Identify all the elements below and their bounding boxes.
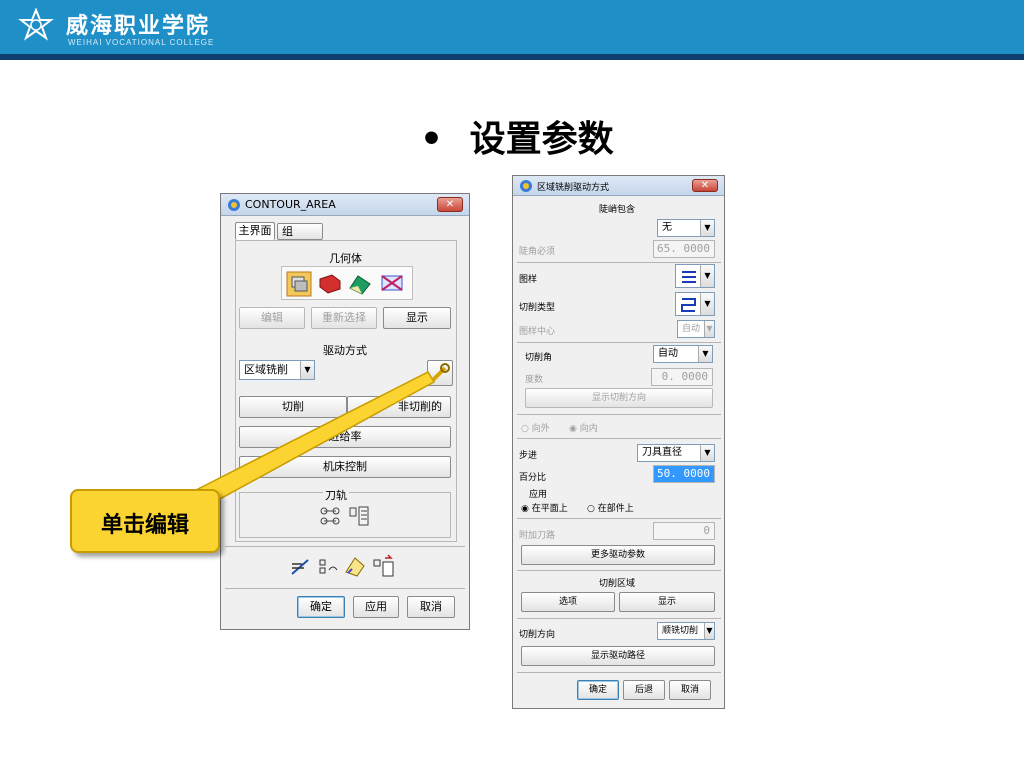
ok-button[interactable]: 确定 — [577, 680, 619, 700]
degree-label: 度数 — [525, 375, 544, 385]
stepover-label: 步进 — [519, 451, 538, 461]
steep-angle-field[interactable]: 65. 0000 — [653, 240, 715, 258]
steep-containment-value: 无 — [662, 222, 672, 233]
options-button[interactable]: 选项 — [521, 592, 615, 612]
percent-label: 百分比 — [519, 473, 547, 483]
nx-app-icon — [520, 180, 532, 192]
percent-field[interactable]: 50. 0000 — [653, 465, 715, 483]
cut-direction-value: 顺铣切削 — [662, 626, 699, 636]
back-button[interactable]: 后退 — [623, 680, 665, 700]
cut-type-label: 切削类型 — [519, 303, 556, 313]
on-plane-label: 在平面上 — [531, 504, 568, 514]
steep-containment-select[interactable]: 无 ▼ — [657, 219, 715, 237]
divider — [517, 438, 721, 439]
stepover-value: 刀具直径 — [642, 447, 682, 458]
show-cut-direction-button[interactable]: 显示切削方向 — [525, 388, 713, 408]
inward-label: 向内 — [579, 424, 598, 434]
cut-type-select[interactable]: ▼ — [675, 292, 715, 316]
apply-label: 应用 — [529, 490, 548, 500]
callout-box: 单击编辑 — [70, 489, 220, 553]
cut-angle-select[interactable]: 自动 ▼ — [653, 345, 713, 363]
chevron-down-icon: ▼ — [700, 265, 714, 287]
cut-direction-label: 切削方向 — [519, 630, 556, 640]
pattern-center-value: 自动 — [682, 324, 701, 334]
chevron-down-icon: ▼ — [700, 220, 714, 236]
steep-containment-label: 陡峭包含 — [599, 205, 636, 215]
cut-angle-value: 自动 — [658, 348, 678, 359]
on-part-label: 在部件上 — [597, 504, 634, 514]
stepover-select[interactable]: 刀具直径 ▼ — [637, 444, 715, 462]
parallel-lines-icon — [682, 271, 696, 283]
extra-passes-label: 附加刀路 — [519, 531, 556, 541]
divider — [517, 570, 721, 571]
area-mill-drive-dialog: 区域铣削驱动方式 ✕ 陡峭包含 无 ▼ 陡角必须 65. 0000 图样 ▼ 切… — [512, 175, 725, 709]
show-drive-path-button[interactable]: 显示驱动路径 — [521, 646, 715, 666]
callout-text: 单击编辑 — [100, 512, 189, 538]
cut-region-label: 切削区域 — [599, 579, 636, 589]
pattern-label: 图样 — [519, 275, 538, 285]
chevron-down-icon: ▼ — [700, 293, 714, 315]
close-button[interactable]: ✕ — [692, 179, 718, 192]
divider — [517, 618, 721, 619]
zigzag-icon — [681, 298, 696, 312]
cut-direction-select[interactable]: 顺铣切削 ▼ — [657, 622, 715, 640]
outward-label: 向外 — [531, 424, 550, 434]
degree-field[interactable]: 0. 0000 — [651, 368, 713, 386]
outward-radio[interactable]: ○ 向外 — [521, 421, 550, 434]
area-mill-titlebar: 区域铣削驱动方式 ✕ — [513, 176, 724, 196]
steep-angle-label: 陡角必须 — [519, 247, 556, 257]
pattern-center-select[interactable]: 自动 ▼ — [677, 320, 715, 338]
extra-passes-field[interactable]: 0 — [653, 522, 715, 540]
chevron-down-icon: ▼ — [704, 321, 714, 337]
dialog-title: 区域铣削驱动方式 — [537, 183, 610, 193]
chevron-down-icon: ▼ — [704, 623, 714, 639]
show-region-button[interactable]: 显示 — [619, 592, 715, 612]
on-part-radio[interactable]: ○ 在部件上 — [587, 501, 634, 514]
chevron-down-icon: ▼ — [698, 346, 712, 362]
inward-radio[interactable]: ◉ 向内 — [569, 421, 598, 434]
divider — [517, 342, 721, 343]
cancel-button[interactable]: 取消 — [669, 680, 711, 700]
more-drive-params-button[interactable]: 更多驱动参数 — [521, 545, 715, 565]
pattern-center-label: 图样中心 — [519, 327, 556, 337]
pattern-select[interactable]: ▼ — [675, 264, 715, 288]
cut-angle-label: 切削角 — [525, 353, 553, 363]
divider — [517, 518, 721, 519]
divider — [517, 414, 721, 415]
on-plane-radio[interactable]: ◉ 在平面上 — [521, 501, 568, 514]
divider — [517, 672, 721, 673]
chevron-down-icon: ▼ — [700, 445, 714, 461]
divider — [517, 262, 721, 263]
